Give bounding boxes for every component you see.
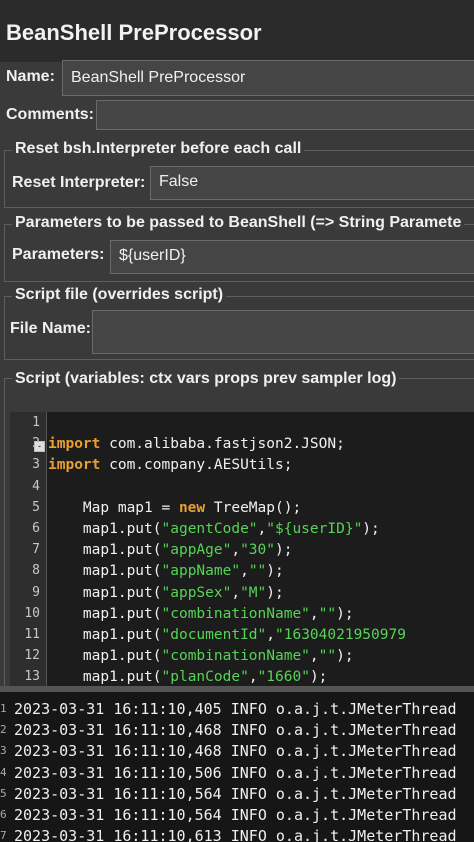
script-file-legend: Script file (overrides script)	[12, 286, 227, 304]
log-viewer[interactable]: 1 2023-03-31 16:11:10,405 INFO o.a.j.t.JM…	[0, 692, 474, 842]
line-number: 8	[32, 563, 40, 579]
name-label: Name:	[6, 68, 55, 85]
reset-interpreter-label: Reset Interpreter:	[12, 174, 146, 191]
log-line: 2023-03-31 16:11:10,564 INFO o.a.j.t.JMe…	[14, 806, 457, 824]
code-line: map1.put("appSex","M");	[48, 584, 284, 601]
line-number: 7	[32, 542, 40, 558]
reset-interpreter-select[interactable]: False	[150, 166, 474, 200]
code-line: map1.put("planCode","1660");	[48, 669, 328, 686]
log-line-number: 6	[0, 808, 7, 821]
file-name-label: File Name:	[10, 320, 91, 337]
code-line: map1.put("combinationName","");	[48, 605, 354, 622]
log-line: 2023-03-31 16:11:10,405 INFO o.a.j.t.JMe…	[14, 700, 457, 718]
log-line: 2023-03-31 16:11:10,468 INFO o.a.j.t.JMe…	[14, 721, 457, 740]
log-line: 2023-03-31 16:11:10,468 INFO o.a.j.t.JMe…	[14, 742, 457, 761]
code-line: import com.alibaba.fastjson2.JSON;	[48, 436, 345, 453]
code-line: import com.company.AESUtils;	[48, 457, 293, 474]
line-number: 12	[24, 648, 40, 664]
code-line: map1.put("documentId","16304021950979	[48, 627, 406, 643]
line-number: 10	[24, 605, 40, 621]
comments-label: Comments:	[6, 106, 95, 123]
code-line: map1.put("appAge","30");	[48, 542, 293, 559]
code-line: map1.put("combinationName","");	[48, 648, 354, 665]
parameters-input[interactable]: ${userID}	[110, 240, 474, 274]
log-line-number: 3	[0, 744, 7, 758]
line-number: 5	[32, 499, 40, 515]
log-line: 2023-03-31 16:11:10,613 INFO o.a.j.t.JMe…	[14, 827, 457, 842]
log-line-number: 5	[0, 786, 7, 800]
script-group-legend: Script (variables: ctx vars props prev s…	[12, 370, 400, 388]
line-number: 1	[32, 415, 40, 430]
code-line: map1.put("agentCode","${userID}");	[48, 521, 380, 537]
line-number: 11	[24, 627, 40, 642]
log-line: 2023-03-31 16:11:10,506 INFO o.a.j.t.JMe…	[14, 763, 457, 782]
script-editor[interactable]: 12345678910111213-import com.alibaba.fas…	[10, 412, 474, 688]
line-number: 3	[32, 457, 40, 473]
code-line: map1.put("appName","");	[48, 563, 284, 580]
log-line-number: 2	[0, 723, 7, 737]
panel-title: BeanShell PreProcessor	[0, 0, 474, 62]
parameters-group-legend: Parameters to be passed to BeanShell (=>…	[12, 214, 465, 232]
name-input[interactable]: BeanShell PreProcessor	[62, 60, 474, 96]
fold-toggle-icon[interactable]: -	[34, 441, 45, 453]
log-line-number: 4	[0, 765, 7, 779]
reset-group-legend: Reset bsh.Interpreter before each call	[12, 140, 305, 158]
line-number: 13	[24, 669, 40, 685]
log-line-number: 1	[0, 702, 7, 715]
file-name-input[interactable]	[92, 310, 474, 354]
parameters-label: Parameters:	[12, 246, 105, 263]
line-number: 9	[32, 584, 40, 600]
code-line: Map map1 = new TreeMap();	[48, 499, 302, 516]
log-line-number: 7	[0, 829, 7, 842]
line-number: 6	[32, 521, 40, 536]
comments-input[interactable]	[96, 100, 474, 130]
line-number: 4	[32, 478, 40, 494]
log-line: 2023-03-31 16:11:10,564 INFO o.a.j.t.JMe…	[14, 784, 457, 803]
